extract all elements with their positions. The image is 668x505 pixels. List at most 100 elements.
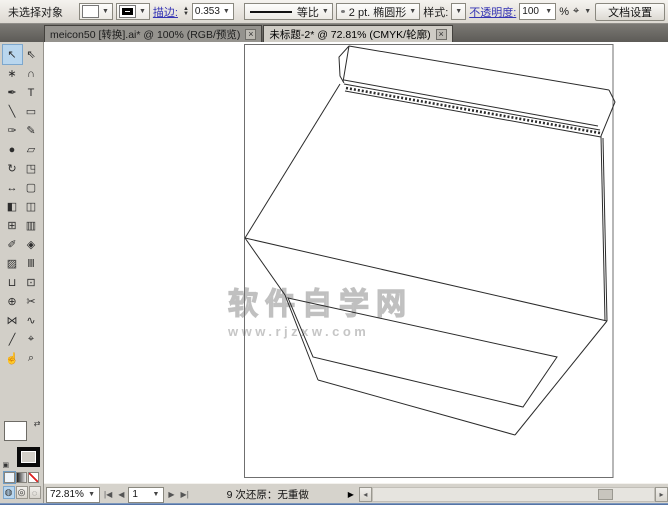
zoom-tool[interactable]: ⌕ [22, 349, 41, 368]
artboard-tool[interactable]: ⊕ [3, 292, 22, 311]
wrinkle-tool[interactable]: ∿ [22, 311, 41, 330]
blob-brush-tool[interactable]: ● [3, 140, 22, 159]
slice-tool[interactable]: ✂ [22, 292, 41, 311]
free-transform-tool[interactable]: ▢ [22, 178, 41, 197]
workspace: ↖⇖∗∩✒T╲▭✑✎●▱↻◳↔▢◧◫⊞▥✐◈▨Ⅲ⊔⊡⊕✂⋈∿╱⌖☝⌕ ⇄ ▣ ◍… [0, 42, 668, 505]
canvas[interactable]: 软件自学网 www.rjzxw.com [44, 42, 668, 483]
warp-tool[interactable]: ⋈ [3, 311, 22, 330]
style-label: 样式: [423, 4, 448, 20]
gradient-button[interactable] [16, 472, 27, 483]
paintbrush-tool[interactable]: ✑ [3, 121, 22, 140]
swap-fill-stroke-icon[interactable]: ⇄ [34, 419, 41, 428]
paint-style-buttons [4, 472, 39, 483]
eyedropper-tool[interactable]: ✐ [3, 235, 22, 254]
wireframe-path [601, 136, 605, 321]
document-tab-untitled-2[interactable]: 未标题-2* @ 72.81% (CMYK/轮廓) × [263, 25, 452, 42]
scrollbar-track[interactable] [372, 487, 655, 502]
close-icon[interactable]: × [436, 29, 447, 40]
style-combo[interactable]: ▼ [451, 3, 466, 20]
color-button[interactable] [4, 472, 15, 483]
eraser-tool[interactable]: ▱ [22, 140, 41, 159]
perspective-grid-tool[interactable]: ◫ [22, 197, 41, 216]
live-paint-selection-tool[interactable]: ⊡ [22, 273, 41, 292]
chevron-down-icon: ▼ [101, 8, 110, 15]
scale-tool[interactable]: ◳ [22, 159, 41, 178]
spinner-down-icon[interactable]: ▼ [183, 12, 189, 17]
close-icon[interactable]: × [245, 29, 256, 40]
last-artboard-button[interactable]: ▶| [179, 490, 191, 499]
first-artboard-button[interactable]: |◀ [102, 490, 114, 499]
opacity-panel-link[interactable]: 不透明度: [469, 4, 516, 20]
column-graph-tool[interactable]: Ⅲ [22, 254, 41, 273]
status-flyout-icon[interactable]: ▶ [348, 490, 354, 499]
chevron-down-icon: ▼ [138, 8, 147, 15]
line-segment-tool[interactable]: ╲ [3, 102, 22, 121]
chevron-down-icon: ▼ [408, 8, 417, 15]
artboard-number-combo[interactable]: 1 ▼ [128, 487, 164, 503]
shape-builder-tool[interactable]: ◧ [3, 197, 22, 216]
chevron-down-icon: ▼ [151, 491, 160, 498]
scrollbar-thumb[interactable] [598, 489, 613, 500]
document-tab-meicon50[interactable]: meicon50 [转换].ai* @ 100% (RGB/预览) × [44, 25, 262, 42]
selection-status-label: 未选择对象 [8, 4, 63, 20]
stroke-weight-stepper[interactable]: ▲ ▼ [183, 7, 189, 17]
hand-tool[interactable]: ☝ [3, 349, 22, 368]
lasso-tool[interactable]: ∩ [22, 64, 41, 83]
stroke-color-combo[interactable]: ▼ [116, 3, 150, 20]
brush-definition-combo[interactable]: 2 pt. 椭圆形 ▼ [336, 3, 420, 20]
draw-normal-mode-button[interactable]: ◍ [3, 486, 15, 499]
control-bar: 未选择对象 ▼ ▼ 描边: ▲ ▼ 0.353 ▼ 等比 ▼ 2 pt. 椭圆形… [0, 0, 668, 24]
stroke-profile-preview [250, 11, 292, 13]
pencil-tool[interactable]: ✎ [22, 121, 41, 140]
stroke-panel-link[interactable]: 描边: [153, 4, 178, 20]
wireframe-path [344, 80, 598, 126]
draw-inside-mode-button[interactable]: ◌ [29, 486, 41, 499]
scroll-left-icon[interactable]: ◂ [359, 487, 372, 502]
direct-selection-tool[interactable]: ⇖ [22, 45, 41, 64]
zoom-level-combo[interactable]: 72.81% ▼ [46, 487, 100, 503]
brush-definition-value: 2 pt. 椭圆形 [349, 4, 406, 20]
chevron-down-icon: ▼ [222, 8, 231, 15]
width-tool[interactable]: ↔ [3, 178, 22, 197]
rotate-tool[interactable]: ↻ [3, 159, 22, 178]
knife-tool[interactable]: ╱ [3, 330, 22, 349]
selection-tool[interactable]: ↖ [3, 45, 22, 64]
fill-stroke-indicator: ⇄ ▣ [4, 421, 40, 467]
none-button[interactable] [28, 472, 39, 483]
fill-color-swatch[interactable] [82, 5, 99, 18]
blend-tool[interactable]: ◈ [22, 235, 41, 254]
wireframe-path [346, 88, 600, 133]
stroke-weight-combo[interactable]: 0.353 ▼ [192, 3, 234, 20]
wireframe-path [345, 91, 601, 137]
default-fill-stroke-icon[interactable]: ▣ [3, 461, 10, 469]
chevron-down-icon[interactable]: ▼ [583, 8, 592, 15]
gradient-tool[interactable]: ▥ [22, 216, 41, 235]
horizontal-scrollbar[interactable]: ◂ ▸ [359, 487, 668, 503]
select-similar-icon[interactable]: ⌖ [572, 5, 580, 18]
artwork-svg [44, 42, 668, 483]
fill-swatch[interactable] [4, 421, 27, 441]
opacity-combo[interactable]: 100 ▼ [519, 3, 556, 20]
width-profile-combo[interactable]: 等比 ▼ [244, 3, 333, 20]
next-artboard-button[interactable]: ▶ [166, 490, 176, 499]
stroke-swatch[interactable] [17, 447, 40, 467]
wireframe-path [245, 238, 607, 321]
brush-preview-icon [341, 10, 345, 13]
opacity-unit-label: % [559, 6, 569, 18]
wireframe-path [288, 298, 557, 407]
symbol-sprayer-tool[interactable]: ▨ [3, 254, 22, 273]
fill-color-combo[interactable]: ▼ [79, 3, 113, 20]
type-tool[interactable]: T [22, 83, 41, 102]
previous-artboard-button[interactable]: ◀ [116, 490, 126, 499]
mesh-tool[interactable]: ⊞ [3, 216, 22, 235]
pen-tool[interactable]: ✒ [3, 83, 22, 102]
rectangle-tool[interactable]: ▭ [22, 102, 41, 121]
document-setup-button[interactable]: 文档设置 [595, 3, 665, 21]
magic-wand-tool[interactable]: ∗ [3, 64, 22, 83]
stroke-color-swatch[interactable] [119, 5, 136, 18]
live-paint-bucket-tool[interactable]: ⊔ [3, 273, 22, 292]
scroll-right-icon[interactable]: ▸ [655, 487, 668, 502]
measure-tool[interactable]: ⌖ [22, 330, 41, 349]
wireframe-path [318, 380, 515, 435]
draw-behind-mode-button[interactable]: ◎ [16, 486, 28, 499]
